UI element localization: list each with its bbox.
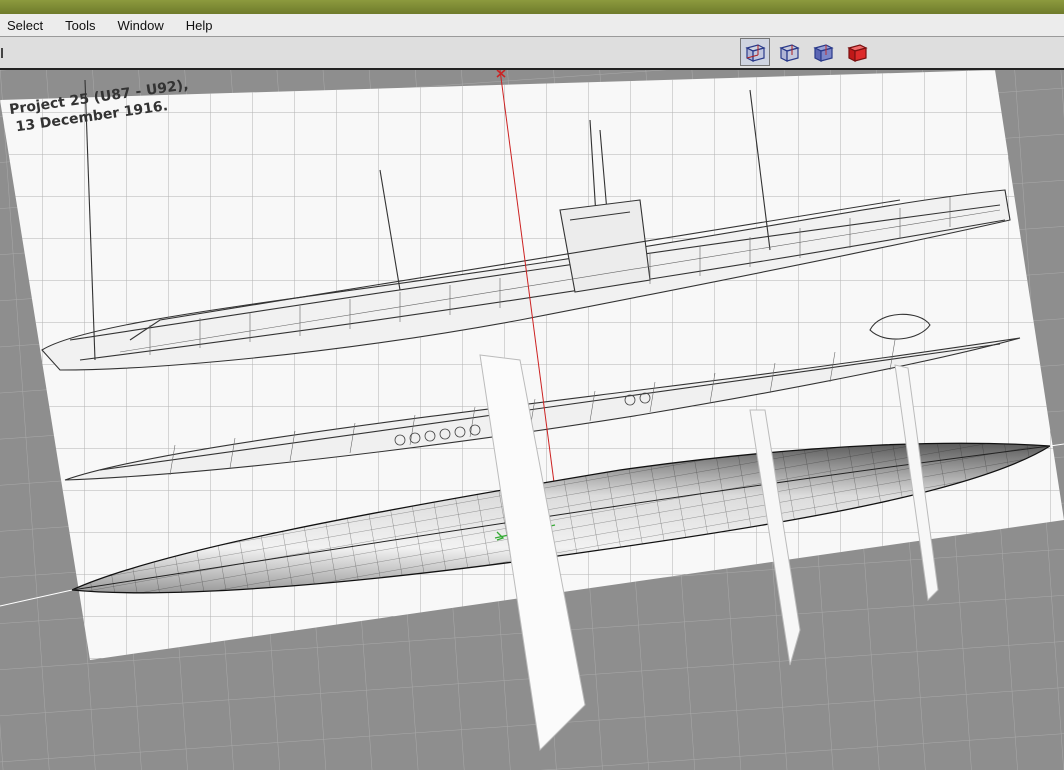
menu-help[interactable]: Help <box>175 18 224 33</box>
view-wireframe-button[interactable] <box>740 38 770 66</box>
view-shaded-button[interactable] <box>808 38 838 66</box>
cube-wire-icon <box>745 44 766 62</box>
menu-tools[interactable]: Tools <box>54 18 106 33</box>
menu-bar: Select Tools Window Help <box>0 14 1064 37</box>
view-hidden-line-button[interactable] <box>774 38 804 66</box>
view-solid-button[interactable] <box>842 38 872 66</box>
cube-shaded-icon <box>813 44 834 62</box>
view-mode-group <box>740 38 872 66</box>
cube-solid-red-icon <box>847 44 868 62</box>
viewport-scene: Project 25 (U87 - U92), 13 December 1916… <box>0 70 1064 770</box>
window-titlebar <box>0 0 1064 14</box>
menu-select[interactable]: Select <box>0 18 54 33</box>
3d-viewport[interactable]: Project 25 (U87 - U92), 13 December 1916… <box>0 70 1064 770</box>
menu-window[interactable]: Window <box>107 18 175 33</box>
toolbar-separator <box>1 48 3 58</box>
cube-wire-icon <box>779 44 800 62</box>
toolbar <box>0 37 1064 70</box>
